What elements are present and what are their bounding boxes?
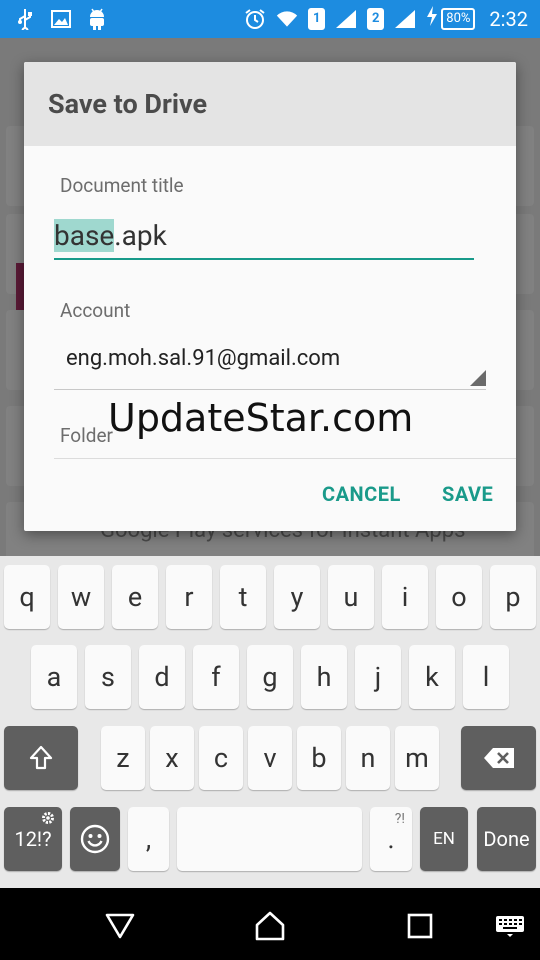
key-p[interactable]: p xyxy=(490,565,536,629)
period-key[interactable]: ?! . xyxy=(370,807,412,871)
android-icon xyxy=(86,8,108,30)
key-n[interactable]: n xyxy=(346,726,390,790)
key-q[interactable]: q xyxy=(4,565,50,629)
back-triangle-icon xyxy=(105,913,135,939)
period-hint: ?! xyxy=(394,811,405,827)
backspace-key[interactable] xyxy=(461,726,536,790)
done-key[interactable]: Done xyxy=(477,807,536,871)
image-icon xyxy=(50,8,72,30)
smiley-icon xyxy=(80,824,110,854)
key-w[interactable]: w xyxy=(58,565,104,629)
save-button[interactable]: SAVE xyxy=(442,482,493,506)
document-title-label: Document title xyxy=(60,174,184,197)
key-m[interactable]: m xyxy=(395,726,439,790)
document-title-input[interactable]: base .apk xyxy=(54,212,474,260)
comma-key[interactable]: , xyxy=(128,807,169,871)
key-y[interactable]: y xyxy=(274,565,320,629)
keyboard-switch-button[interactable] xyxy=(490,906,530,946)
sim1-badge: 1 xyxy=(308,7,326,30)
account-dropdown[interactable]: eng.moh.sal.91@gmail.com xyxy=(54,332,486,390)
alarm-icon xyxy=(244,8,266,30)
key-k[interactable]: k xyxy=(409,645,455,709)
key-s[interactable]: s xyxy=(85,645,131,709)
soft-keyboard: q w e r t y u i o p a s d f g h j k l z … xyxy=(0,556,540,888)
key-r[interactable]: r xyxy=(166,565,212,629)
back-button[interactable] xyxy=(100,906,140,946)
charging-icon xyxy=(426,6,438,31)
document-title-extension: .apk xyxy=(114,218,167,252)
recents-square-icon xyxy=(407,913,433,939)
usb-icon xyxy=(14,8,36,30)
key-g[interactable]: g xyxy=(247,645,293,709)
clock: 2:32 xyxy=(489,6,528,31)
sim2-badge: 2 xyxy=(367,7,385,30)
dialog-header: Save to Drive xyxy=(24,62,516,146)
key-e[interactable]: e xyxy=(112,565,158,629)
account-value: eng.moh.sal.91@gmail.com xyxy=(66,346,341,371)
wifi-icon xyxy=(276,8,298,30)
emoji-key[interactable] xyxy=(70,807,120,871)
divider xyxy=(54,458,516,459)
key-b[interactable]: b xyxy=(297,726,341,790)
dropdown-arrow-icon xyxy=(470,370,486,386)
key-t[interactable]: t xyxy=(220,565,266,629)
signal-icon xyxy=(394,8,416,30)
signal-icon xyxy=(335,8,357,30)
battery-level: 80% xyxy=(441,7,476,30)
key-u[interactable]: u xyxy=(328,565,374,629)
key-o[interactable]: o xyxy=(436,565,482,629)
account-label: Account xyxy=(60,299,131,322)
key-x[interactable]: x xyxy=(150,726,194,790)
dialog-title: Save to Drive xyxy=(48,88,208,120)
symbols-label: 12!? xyxy=(14,827,52,851)
key-l[interactable]: l xyxy=(463,645,509,709)
document-title-selection: base xyxy=(54,218,115,252)
key-z[interactable]: z xyxy=(101,726,145,790)
navigation-bar xyxy=(0,888,540,960)
space-key[interactable] xyxy=(177,807,362,871)
save-to-drive-dialog: Save to Drive Document title base .apk Ac… xyxy=(24,62,516,531)
period-label: . xyxy=(387,823,395,855)
key-j[interactable]: j xyxy=(355,645,401,709)
key-a[interactable]: a xyxy=(31,645,77,709)
key-v[interactable]: v xyxy=(248,726,292,790)
key-h[interactable]: h xyxy=(301,645,347,709)
language-key[interactable]: EN xyxy=(420,807,468,871)
battery-indicator: 80% xyxy=(426,6,476,31)
recents-button[interactable] xyxy=(400,906,440,946)
home-button[interactable] xyxy=(250,906,290,946)
key-i[interactable]: i xyxy=(382,565,428,629)
watermark: UpdateStar.com xyxy=(108,396,414,440)
home-icon xyxy=(255,911,285,941)
folder-label: Folder xyxy=(60,424,113,447)
gear-icon xyxy=(41,811,55,829)
status-bar: 1 2 80% 2:32 xyxy=(0,0,540,38)
shift-icon xyxy=(29,745,53,770)
cancel-button[interactable]: CANCEL xyxy=(322,482,401,506)
key-c[interactable]: c xyxy=(199,726,243,790)
backspace-icon xyxy=(483,748,514,768)
shift-key[interactable] xyxy=(4,726,78,790)
key-d[interactable]: d xyxy=(139,645,185,709)
keyboard-icon xyxy=(496,916,524,937)
key-f[interactable]: f xyxy=(193,645,239,709)
symbols-key[interactable]: 12!? xyxy=(4,807,62,871)
